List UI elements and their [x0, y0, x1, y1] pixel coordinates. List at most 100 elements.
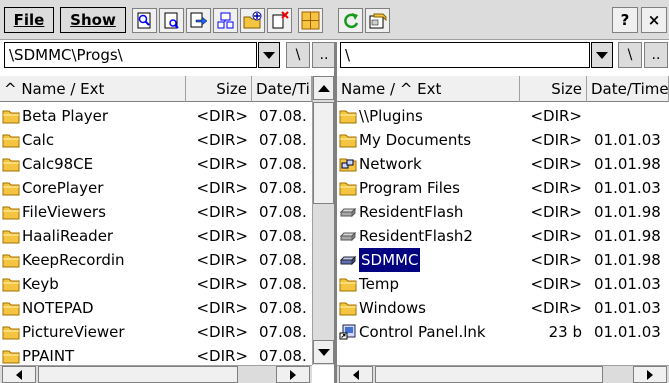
file-size-cell: 23 b: [548, 323, 582, 341]
list-item[interactable]: Control Panel.lnk 23 b 01.01.03: [337, 320, 669, 344]
folder-icon: [2, 252, 22, 268]
left-scroll-down-button[interactable]: [313, 340, 334, 364]
file-date-cell: 01.01.98: [594, 155, 661, 173]
right-hscroll-thumb[interactable]: [375, 366, 603, 383]
list-item[interactable]: Beta Player <DIR> 07.08.: [0, 104, 312, 128]
folder-icon: [2, 204, 22, 220]
list-item[interactable]: SDMMC <DIR> 01.01.98: [337, 248, 669, 272]
file-date-cell: 07.08.: [259, 179, 307, 197]
file-name-text: Program Files: [359, 179, 460, 197]
list-item[interactable]: Windows <DIR> 01.01.03: [337, 296, 669, 320]
right-scroll-right-button[interactable]: [633, 366, 667, 383]
left-vertical-scrollbar[interactable]: [312, 76, 334, 365]
left-scroll-up-button[interactable]: [313, 76, 334, 100]
file-size-cell: <DIR>: [530, 227, 582, 245]
right-date-column-header[interactable]: Date/Time: [587, 76, 669, 102]
delete-button[interactable]: [267, 8, 292, 33]
list-item[interactable]: My Documents <DIR> 01.01.03: [337, 128, 669, 152]
drive-icon: [339, 204, 359, 220]
file-date-cell: 07.08.: [259, 227, 307, 245]
file-size-cell: <DIR>: [196, 107, 248, 125]
list-item[interactable]: Temp <DIR> 01.01.03: [337, 272, 669, 296]
split-view-button[interactable]: [298, 8, 323, 33]
right-path-dropdown[interactable]: [591, 42, 613, 68]
left-path-field[interactable]: \SDMMC\Progs\: [4, 42, 257, 68]
left-date-column-header[interactable]: Date/Time: [252, 76, 312, 102]
list-item[interactable]: Program Files <DIR> 01.01.03: [337, 176, 669, 200]
file-size-cell: <DIR>: [530, 179, 582, 197]
list-item[interactable]: NOTEPAD <DIR> 07.08.: [0, 296, 312, 320]
right-root-button[interactable]: \: [618, 42, 642, 68]
split-view-icon: [301, 11, 320, 30]
scroll-right-icon: [647, 369, 653, 380]
view-button[interactable]: [159, 8, 184, 33]
list-item[interactable]: HaaliReader <DIR> 07.08.: [0, 224, 312, 248]
file-name-text: Beta Player: [22, 107, 109, 125]
list-item[interactable]: PictureViewer <DIR> 07.08.: [0, 320, 312, 344]
refresh-button[interactable]: [338, 8, 363, 33]
list-item[interactable]: Keyb <DIR> 07.08.: [0, 272, 312, 296]
file-name-cell: Keyb: [2, 272, 182, 296]
file-name-cell: NOTEPAD: [2, 296, 182, 320]
list-item[interactable]: Calc <DIR> 07.08.: [0, 128, 312, 152]
find-icon: [137, 12, 151, 29]
file-name-text: NOTEPAD: [22, 299, 94, 317]
right-up-button[interactable]: ..: [644, 42, 668, 68]
compare-button[interactable]: [213, 8, 238, 33]
file-name-cell: \\Plugins: [339, 104, 517, 128]
right-size-column-header[interactable]: Size: [520, 76, 587, 102]
list-item[interactable]: \\Plugins <DIR>: [337, 104, 669, 128]
left-root-button[interactable]: \: [286, 42, 310, 68]
list-item[interactable]: Calc98CE <DIR> 07.08.: [0, 152, 312, 176]
folder-icon: [2, 324, 22, 340]
copy-button[interactable]: [186, 8, 211, 33]
file-name-text: \\Plugins: [359, 107, 423, 125]
file-date-cell: 01.01.03: [594, 131, 661, 149]
file-name-text: My Documents: [359, 131, 472, 149]
left-hscroll-thumb[interactable]: [38, 366, 238, 383]
file-name-cell: Beta Player: [2, 104, 182, 128]
file-name-text: HaaliReader: [22, 227, 114, 245]
show-menu-button[interactable]: Show: [60, 7, 126, 33]
list-item[interactable]: CorePlayer <DIR> 07.08.: [0, 176, 312, 200]
file-menu-button[interactable]: File: [4, 7, 54, 33]
left-up-button[interactable]: ..: [312, 42, 336, 68]
file-date-cell: 07.08.: [259, 131, 307, 149]
right-horizontal-scrollbar[interactable]: [337, 365, 669, 383]
folder-icon: [339, 108, 359, 124]
right-file-panel: Name / ^ Ext Size Date/Time \\Plugins <DI…: [337, 76, 669, 383]
left-scroll-thumb[interactable]: [313, 102, 334, 204]
left-horizontal-scrollbar[interactable]: [0, 365, 312, 383]
drive-icon: [339, 228, 359, 244]
folder-icon: [2, 348, 22, 364]
file-name-cell: SDMMC: [339, 248, 517, 272]
left-size-column-header[interactable]: Size: [186, 76, 252, 102]
copy-icon: [190, 12, 208, 28]
list-item[interactable]: KeepRecordin <DIR> 07.08.: [0, 248, 312, 272]
file-name-text: Control Panel.lnk: [359, 323, 486, 341]
list-item[interactable]: FileViewers <DIR> 07.08.: [0, 200, 312, 224]
file-name-text: Keyb: [22, 275, 59, 293]
file-size-cell: <DIR>: [530, 155, 582, 173]
close-button[interactable]: ×: [641, 7, 667, 33]
file-name-cell: My Documents: [339, 128, 517, 152]
folder-icon: [2, 108, 22, 124]
list-item[interactable]: ResidentFlash <DIR> 01.01.98: [337, 200, 669, 224]
left-path-dropdown[interactable]: [258, 42, 280, 68]
file-size-cell: <DIR>: [196, 251, 248, 269]
file-name-text: SDMMC: [359, 248, 421, 272]
right-scroll-left-button[interactable]: [339, 366, 373, 383]
right-path-field[interactable]: \: [340, 42, 590, 68]
left-scroll-right-button[interactable]: [276, 366, 310, 383]
list-item[interactable]: Network <DIR> 01.01.98: [337, 152, 669, 176]
right-name-column-header[interactable]: Name / ^ Ext: [337, 76, 520, 102]
folder-icon: [2, 156, 22, 172]
left-scroll-left-button[interactable]: [2, 366, 36, 383]
new-folder-button[interactable]: [240, 8, 265, 33]
list-item[interactable]: ResidentFlash2 <DIR> 01.01.98: [337, 224, 669, 248]
find-button[interactable]: [132, 8, 157, 33]
help-button[interactable]: ?: [612, 7, 638, 33]
properties-button[interactable]: [365, 8, 390, 33]
left-name-column-header[interactable]: ^ Name / Ext: [0, 76, 186, 102]
file-date-cell: 01.01.03: [594, 323, 661, 341]
